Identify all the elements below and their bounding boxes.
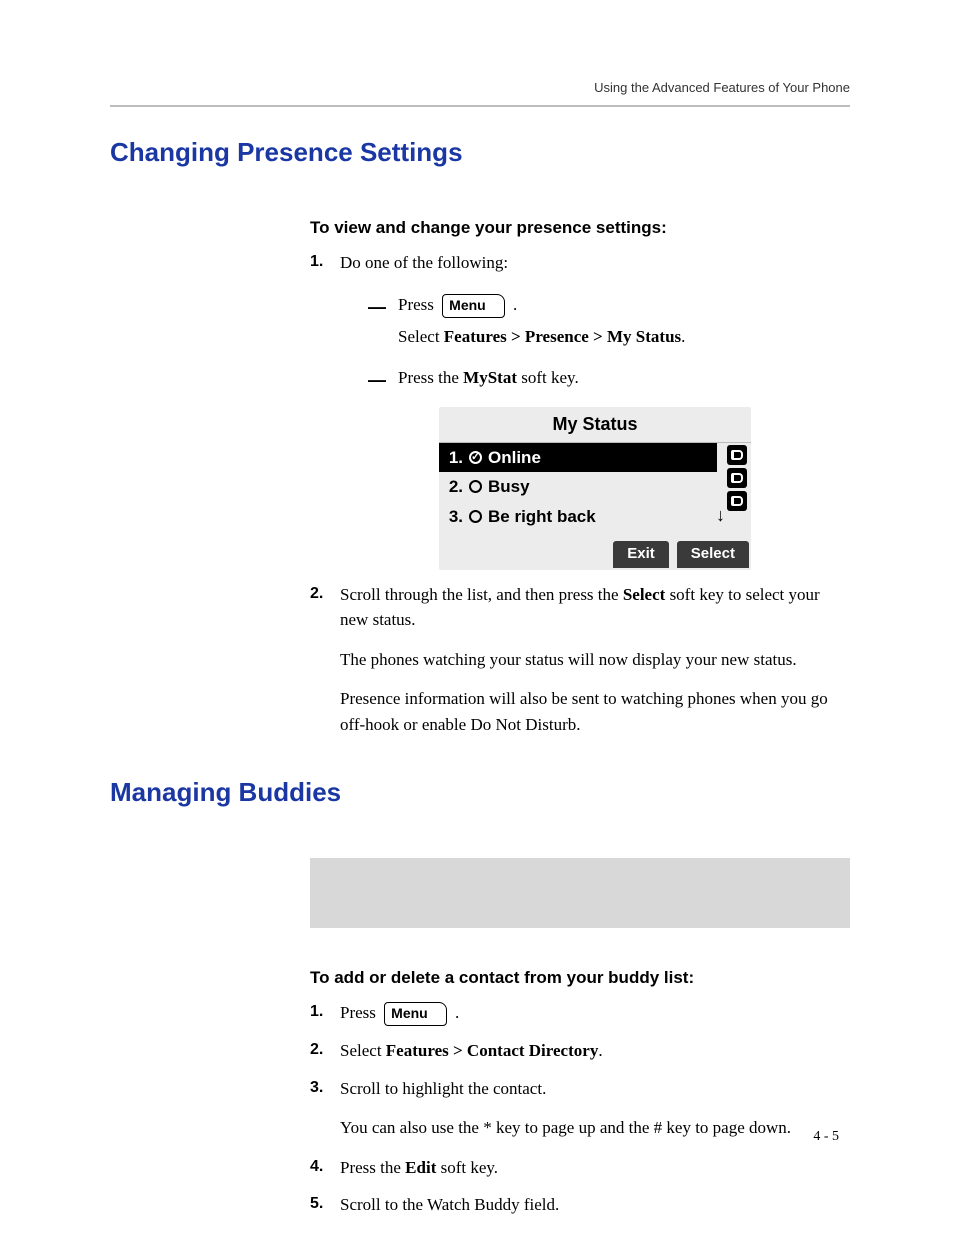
row-label: Busy [488, 474, 530, 500]
ordered-steps-presence: 1. Do one of the following: — Press Menu… [310, 250, 850, 737]
softkey-select[interactable]: Select [677, 541, 749, 568]
option-a-select-bold: Features > Presence > My Status [444, 327, 681, 346]
step-2-para2: The phones watching your status will now… [340, 647, 850, 673]
b4-prefix: Press the [340, 1158, 405, 1177]
ordered-steps-buddies: 1. Press Menu . 2. Select Features > Con… [310, 1000, 850, 1218]
running-header: Using the Advanced Features of Your Phon… [110, 80, 850, 95]
step-1: 1. Do one of the following: — Press Menu… [310, 250, 850, 570]
status-option-brb[interactable]: 3. Be right back [439, 502, 717, 532]
b4-bold: Edit [405, 1158, 436, 1177]
step-number: 4. [310, 1155, 323, 1179]
b3-para2: You can also use the * key to page up an… [340, 1115, 850, 1141]
phone-softkeys: Exit Select [439, 531, 751, 570]
step-2: 2. Scroll through the list, and then pre… [310, 582, 850, 738]
status-option-busy[interactable]: 2. Busy [439, 472, 717, 502]
step-2-bold: Select [623, 585, 665, 604]
option-b-suffix: soft key. [517, 368, 579, 387]
note-box-placeholder [310, 858, 850, 928]
b2-suffix: . [598, 1041, 602, 1060]
dash-icon: — [368, 367, 386, 394]
option-b: — Press the MyStat soft key. [368, 365, 850, 391]
subheading-buddies: To add or delete a contact from your bud… [310, 968, 850, 988]
phone-screen-frame: My Status 1. Online 2. [439, 407, 751, 570]
b1-press: Press [340, 1003, 380, 1022]
section-body-presence: To view and change your presence setting… [310, 218, 850, 737]
b2-bold: Features > Contact Directory [386, 1041, 599, 1060]
phone-screen: My Status 1. Online 2. [439, 407, 751, 570]
status-option-online[interactable]: 1. Online [439, 443, 717, 473]
b4-suffix: soft key. [436, 1158, 498, 1177]
b-step-5: 5. Scroll to the Watch Buddy field. [310, 1192, 850, 1218]
b1-period: . [455, 1003, 459, 1022]
b-step-1: 1. Press Menu . [310, 1000, 850, 1026]
option-a-period: . [513, 295, 517, 314]
step-2-prefix: Scroll through the list, and then press … [340, 585, 623, 604]
step-1-options: — Press Menu . Select Features > Presenc… [368, 292, 850, 391]
step-2-para3: Presence information will also be sent t… [340, 686, 850, 737]
presence-icon [727, 491, 747, 511]
option-b-prefix: Press the [398, 368, 463, 387]
scroll-down-icon: ↓ [716, 502, 725, 529]
step-1-text: Do one of the following: [340, 253, 508, 272]
b2-prefix: Select [340, 1041, 386, 1060]
phone-side-icons [727, 445, 747, 511]
option-b-bold: MyStat [463, 368, 517, 387]
menu-key-icon: Menu [384, 1002, 447, 1026]
softkey-exit[interactable]: Exit [613, 541, 669, 568]
step-number: 5. [310, 1192, 323, 1216]
b-step-4: 4. Press the Edit soft key. [310, 1155, 850, 1181]
b3-text: Scroll to highlight the contact. [340, 1079, 546, 1098]
step-number: 2. [310, 1038, 323, 1062]
subheading-presence: To view and change your presence setting… [310, 218, 850, 238]
phone-screen-body: 1. Online 2. Busy 3. [439, 443, 751, 532]
b-step-3: 3. Scroll to highlight the contact. You … [310, 1076, 850, 1141]
dash-icon: — [368, 294, 386, 321]
section-heading-presence: Changing Presence Settings [110, 137, 850, 168]
option-a: — Press Menu . Select Features > Presenc… [368, 292, 850, 350]
section-body-buddies: To add or delete a contact from your bud… [310, 858, 850, 1218]
presence-icon [727, 468, 747, 488]
page: Using the Advanced Features of Your Phon… [110, 80, 850, 1230]
step-1-number: 1. [310, 250, 323, 274]
step-number: 3. [310, 1076, 323, 1100]
row-number: 2. [445, 474, 463, 500]
phone-screen-rows: 1. Online 2. Busy 3. [439, 443, 717, 532]
row-label: Online [488, 445, 541, 471]
header-rule [110, 105, 850, 107]
b5-text: Scroll to the Watch Buddy field. [340, 1195, 559, 1214]
option-a-select-suffix: . [681, 327, 685, 346]
row-number: 3. [445, 504, 463, 530]
step-2-number: 2. [310, 582, 323, 606]
row-number: 1. [445, 445, 463, 471]
page-number: 4 - 5 [813, 1129, 839, 1145]
presence-icon [727, 445, 747, 465]
option-a-press: Press [398, 295, 438, 314]
row-label: Be right back [488, 504, 596, 530]
step-number: 1. [310, 1000, 323, 1024]
option-a-line2: Select Features > Presence > My Status. [398, 324, 850, 350]
phone-screen-title: My Status [439, 407, 751, 443]
radio-empty-icon [469, 480, 482, 493]
option-a-select-prefix: Select [398, 327, 444, 346]
radio-checked-icon [469, 451, 482, 464]
b-step-2: 2. Select Features > Contact Directory. [310, 1038, 850, 1064]
section-heading-buddies: Managing Buddies [110, 777, 850, 808]
menu-key-icon: Menu [442, 294, 505, 318]
radio-empty-icon [469, 510, 482, 523]
